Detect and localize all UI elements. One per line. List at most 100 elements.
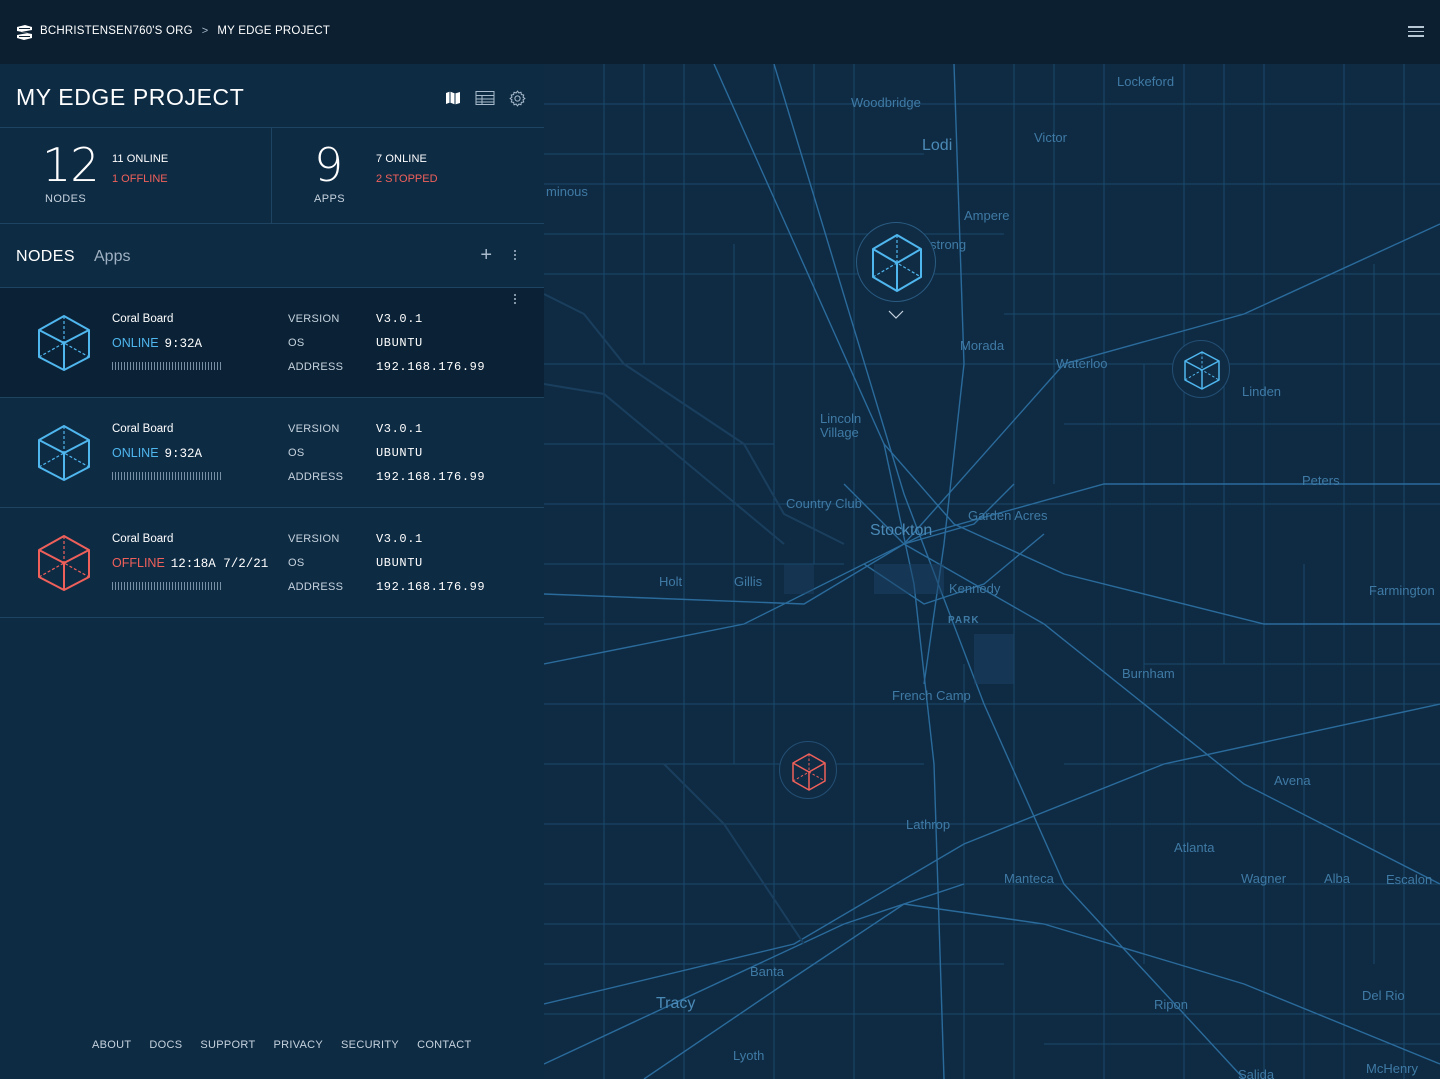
footer-support-link[interactable]: SUPPORT [200,1039,255,1051]
cube-icon [1184,351,1220,390]
address-label: ADDRESS [288,361,344,373]
status-time: 9:32A [164,337,203,351]
apps-stopped: 2 STOPPED [376,173,438,185]
map-label-del-rio: Del Rio [1362,988,1405,1003]
map-label-alba: Alba [1324,871,1351,886]
status-label: ONLINE [112,446,159,460]
os-value: UBUNTU [376,556,423,570]
map-label-ripon: Ripon [1154,997,1188,1012]
map-label-lathrop: Lathrop [906,817,951,832]
summary-stats: 12 NODES 11 ONLINE 1 OFFLINE 9 APPS 7 ON… [0,128,544,224]
map-label-escalon: Escalon [1386,872,1433,887]
os-value: UBUNTU [376,446,423,460]
add-icon[interactable]: + [480,244,492,267]
nodes-count: 12 [42,138,100,192]
node-status: ONLINE 9:32A [112,336,202,351]
map-label-french-camp: French Camp [892,688,971,703]
cube-offline-icon [792,753,826,791]
map-label-atlanta: Atlanta [1174,840,1215,855]
map-label-lodi: Lodi [922,137,953,154]
apps-stat[interactable]: 9 APPS 7 ONLINE 2 STOPPED [272,128,544,224]
node-more-options-icon[interactable] [514,294,517,306]
node-name: Coral Board [112,313,174,325]
map-label-peters: Peters [1302,473,1340,488]
version-value: V3.0.1 [376,532,423,546]
map-label-salida: Salida [1238,1067,1275,1079]
tab-apps[interactable]: Apps [94,248,130,266]
footer-security-link[interactable]: SECURITY [341,1039,399,1051]
footer-privacy-link[interactable]: PRIVACY [273,1039,323,1051]
node-row[interactable]: Coral Board ONLINE 9:32A VERSION V3.0.1 OS UBU… [0,288,544,398]
status-time: 9:32A [164,447,203,461]
gear-icon[interactable] [509,90,526,107]
map-marker-node-offline[interactable] [779,741,837,799]
node-name: Coral Board [112,423,174,435]
address-label: ADDRESS [288,581,344,593]
view-toggle-group [445,90,526,107]
map-view[interactable]: Lockeford Woodbridge Lodi Victor minous … [544,64,1440,1079]
hamburger-menu-icon[interactable] [1408,26,1424,38]
map-label-wagner: Wagner [1241,871,1287,886]
map-label-linden: Linden [1242,384,1282,399]
map-label-lincoln-village: Lincoln Village [820,411,862,440]
tab-nodes[interactable]: NODES [16,248,75,266]
cube-offline-icon [38,535,90,591]
version-label: VERSION [288,423,340,435]
address-value: 192.168.176.99 [376,360,486,374]
sidebar-panel: MY EDGE PROJECT 12 NODES 11 ONLINE 1 OFF… [0,64,544,1079]
footer-docs-link[interactable]: DOCS [149,1039,182,1051]
nodes-online: 11 ONLINE [112,153,169,165]
more-options-icon[interactable] [514,250,517,262]
map-label-stockton: Stockton [870,522,933,539]
cube-icon [38,425,90,481]
project-header: MY EDGE PROJECT [0,64,544,128]
breadcrumb-org[interactable]: BCHRISTENSEN760'S ORG [40,25,193,37]
version-label: VERSION [288,533,340,545]
map-label-park: PARK [948,615,980,626]
nodes-stat[interactable]: 12 NODES 11 ONLINE 1 OFFLINE [0,128,271,224]
page-title: MY EDGE PROJECT [16,84,245,110]
footer-contact-link[interactable]: CONTACT [417,1039,471,1051]
version-label: VERSION [288,313,340,325]
breadcrumb: BCHRISTENSEN760'S ORG > MY EDGE PROJECT [40,25,330,37]
os-value: UBUNTU [376,336,423,350]
breadcrumb-project[interactable]: MY EDGE PROJECT [217,25,330,37]
cube-icon [38,315,90,371]
map-label-kennedy: Kennedy [949,581,1001,596]
map-label-minous: minous [546,184,588,199]
tab-bar: NODES Apps + [0,224,544,288]
node-row[interactable]: Coral Board OFFLINE 12:18A 7/2/21 VERSION V3… [0,508,544,618]
nodes-label: NODES [45,193,87,205]
top-bar: BCHRISTENSEN760'S ORG > MY EDGE PROJECT [0,0,1440,64]
table-icon[interactable] [475,90,495,106]
apps-online: 7 ONLINE [376,153,427,165]
map-marker-node-selected[interactable] [856,222,936,302]
map-label-avena: Avena [1274,773,1311,788]
map-label-woodbridge: Woodbridge [851,95,921,110]
map-icon[interactable] [445,90,461,106]
map-label-ampere: Ampere [964,208,1010,223]
node-status: ONLINE 9:32A [112,446,202,461]
footer-about-link[interactable]: ABOUT [92,1039,131,1051]
chevron-down-icon[interactable] [888,310,904,320]
map-label-tracy: Tracy [656,995,696,1012]
map-label-burnham: Burnham [1122,666,1175,681]
status-time: 12:18A 7/2/21 [170,557,269,571]
os-label: OS [288,447,305,459]
map-label-country-club: Country Club [786,496,862,511]
apps-label: APPS [314,193,345,205]
footer-links: ABOUT DOCS SUPPORT PRIVACY SECURITY CONT… [92,1039,472,1051]
map-label-lockeford: Lockeford [1117,74,1175,89]
status-label: ONLINE [112,336,159,350]
node-row[interactable]: Coral Board ONLINE 9:32A VERSION V3.0.1 OS UBU… [0,398,544,508]
map-label-mchenry: McHenry [1366,1061,1419,1076]
status-label: OFFLINE [112,556,165,570]
activity-bars [112,472,222,480]
map-label-morada: Morada [960,338,1005,353]
address-value: 192.168.176.99 [376,470,486,484]
node-name: Coral Board [112,533,174,545]
brand-logo-icon[interactable] [16,24,33,41]
map-marker-node-online[interactable] [1172,340,1230,398]
version-value: V3.0.1 [376,422,423,436]
activity-bars [112,362,222,370]
